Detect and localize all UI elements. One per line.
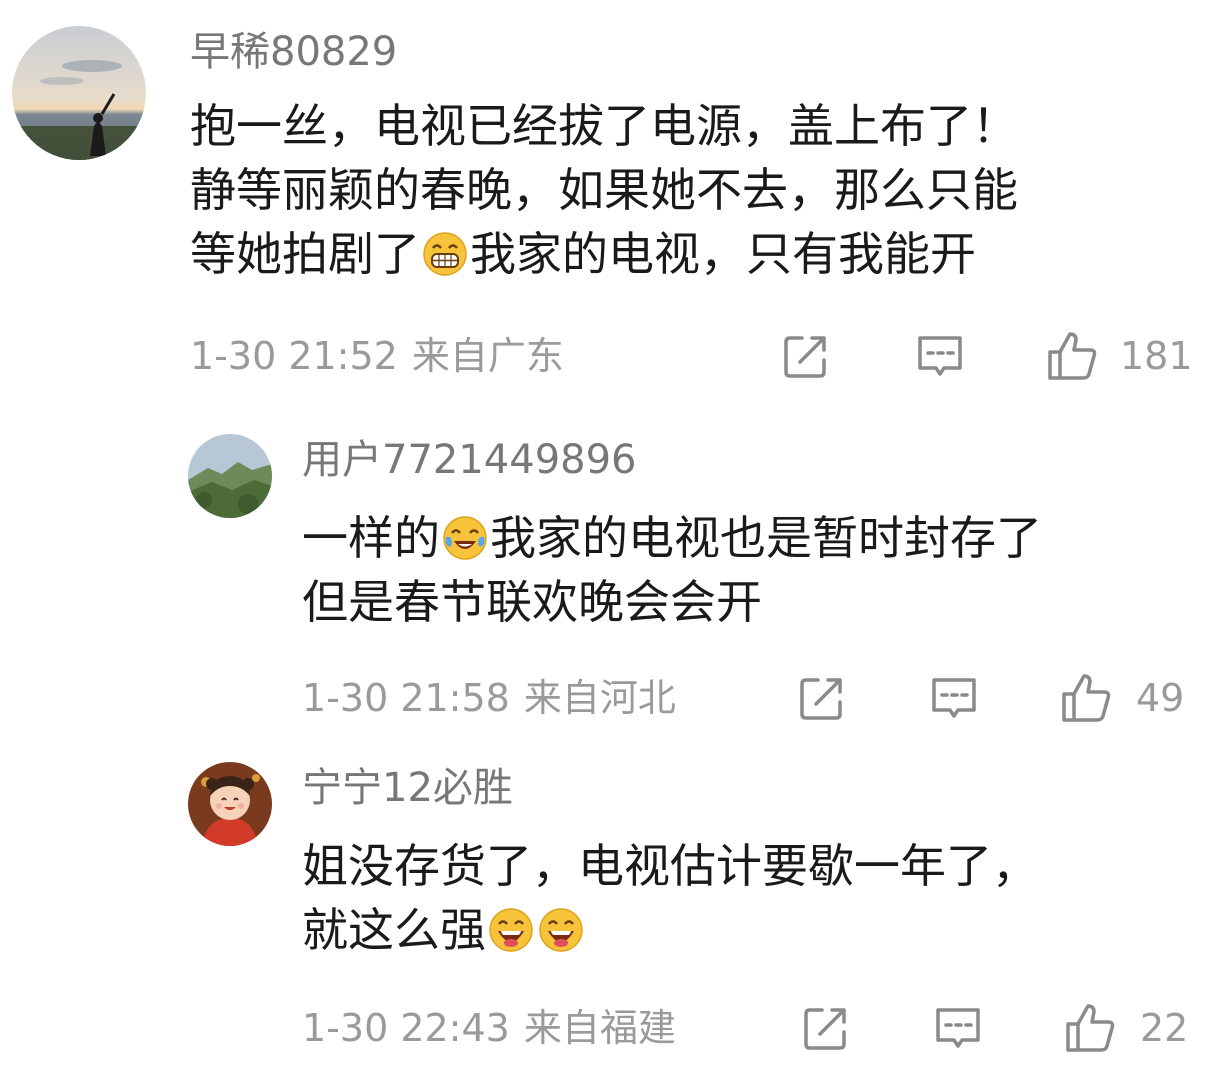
tears-of-joy-emoji: [442, 515, 488, 561]
like-count: 181: [1120, 334, 1193, 378]
location: 来自河北: [523, 676, 676, 720]
thumbs-up-icon[interactable]: [1058, 670, 1114, 726]
location: 来自广东: [411, 334, 564, 378]
location: 来自福建: [523, 1006, 676, 1050]
laughing-face-emoji: [538, 907, 584, 953]
comment-text: 抱一丝，电视已经拔了电源，盖上布了！ 静等丽颖的春晚，如果她不去，那么只能 等她…: [190, 94, 1018, 286]
username[interactable]: 宁宁12必胜: [302, 764, 513, 812]
comment-text-line: 但是春节联欢晚会会开: [302, 575, 762, 629]
comment-meta: 1-30 21:58 来自河北: [302, 674, 676, 722]
thumbs-up-icon[interactable]: [1044, 328, 1100, 384]
thumbs-up-icon[interactable]: [1062, 1000, 1118, 1056]
like-count: 49: [1136, 676, 1185, 720]
share-icon[interactable]: [800, 1002, 852, 1054]
avatar[interactable]: [188, 434, 272, 518]
timestamp: 1-30 21:58: [302, 676, 510, 720]
comment-text-line: 就这么强: [302, 903, 486, 957]
avatar[interactable]: [188, 762, 272, 846]
comment-meta: 1-30 21:52 来自广东: [190, 332, 564, 380]
grinning-face-emoji: [422, 231, 468, 277]
comment-text-line: 姐没存货了，电视估计要歇一年了，: [302, 839, 1038, 893]
comment-text: 姐没存货了，电视估计要歇一年了， 就这么强: [302, 834, 1038, 962]
share-icon[interactable]: [796, 672, 848, 724]
username[interactable]: 早稀80829: [190, 28, 397, 76]
comment-text-line: 静等丽颖的春晚，如果她不去，那么只能: [190, 163, 1018, 217]
avatar[interactable]: [12, 26, 146, 160]
comment-icon[interactable]: [932, 1002, 984, 1054]
timestamp: 1-30 22:43: [302, 1006, 510, 1050]
share-icon[interactable]: [780, 330, 832, 382]
comment-text: 一样的 我家的电视也是暂时封存了 但是春节联欢晚会会开: [302, 506, 1042, 634]
username[interactable]: 用户7721449896: [302, 436, 637, 484]
comment-meta: 1-30 22:43 来自福建: [302, 1004, 676, 1052]
comment-text-line: 抱一丝，电视已经拔了电源，盖上布了！: [190, 99, 1018, 153]
comment-text-line: 我家的电视也是暂时封存了: [490, 511, 1042, 565]
comment-text-line: 我家的电视，只有我能开: [470, 227, 976, 281]
comment-icon[interactable]: [928, 672, 980, 724]
laughing-face-emoji: [488, 907, 534, 953]
like-count: 22: [1140, 1006, 1189, 1050]
comment-text-line: 等她拍剧了: [190, 227, 420, 281]
comment-icon[interactable]: [914, 330, 966, 382]
timestamp: 1-30 21:52: [190, 334, 398, 378]
comment-text-line: 一样的: [302, 511, 440, 565]
